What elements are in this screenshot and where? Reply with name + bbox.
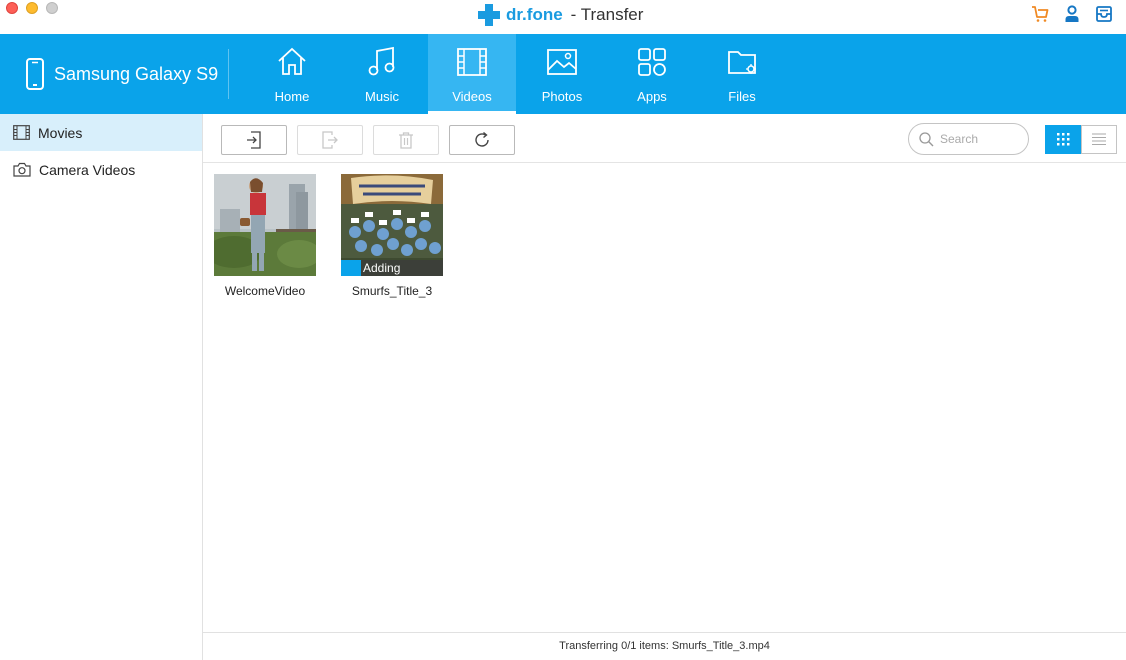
search-input[interactable] — [940, 132, 1024, 146]
user-icon[interactable] — [1062, 4, 1082, 24]
window-close-button[interactable] — [6, 2, 18, 14]
search-icon — [919, 131, 934, 146]
app-title: - Transfer — [570, 5, 644, 24]
toolbar — [203, 114, 1126, 163]
list-view-icon — [1092, 133, 1106, 145]
tab-apps-label: Apps — [637, 89, 667, 104]
film-icon — [457, 48, 487, 76]
folder-icon — [728, 51, 756, 74]
video-thumbnail[interactable]: Adding — [341, 174, 443, 276]
export-icon — [322, 131, 338, 149]
tab-photos-label: Photos — [541, 89, 583, 104]
apps-icon — [638, 48, 666, 76]
window-maximize-button[interactable] — [46, 2, 58, 14]
import-button[interactable] — [221, 125, 287, 155]
tab-videos[interactable]: Videos — [428, 34, 516, 114]
trash-icon — [399, 132, 413, 149]
refresh-button[interactable] — [449, 125, 515, 155]
tab-home-label: Home — [274, 89, 310, 104]
camera-icon — [13, 162, 31, 177]
window-minimize-button[interactable] — [26, 2, 38, 14]
video-name: Smurfs_Title_3 — [351, 284, 433, 298]
film-icon — [13, 125, 30, 140]
tab-home[interactable]: Home — [248, 34, 336, 114]
app-brand: dr.fone - Transfer — [478, 3, 643, 27]
import-icon — [247, 131, 261, 149]
sidebar-item-movies[interactable]: Movies — [0, 114, 202, 151]
adding-progress-bar: Adding — [341, 260, 443, 276]
adding-progress-fill — [341, 260, 362, 276]
transfer-status: Transferring 0/1 items: Smurfs_Title_3.m… — [559, 640, 770, 652]
title-actions — [1030, 4, 1114, 24]
list-view-button[interactable] — [1081, 125, 1117, 154]
home-icon — [278, 47, 306, 75]
refresh-icon — [475, 131, 489, 147]
image-icon — [547, 49, 577, 75]
tab-photos[interactable]: Photos — [518, 34, 606, 114]
tab-files-label: Files — [728, 89, 756, 104]
video-item[interactable]: WelcomeVideo — [206, 174, 324, 298]
sidebar-item-label: Camera Videos — [39, 161, 136, 178]
nav-divider — [228, 49, 229, 99]
inbox-icon[interactable] — [1094, 4, 1114, 24]
adding-status: Adding — [363, 261, 401, 275]
status-bar: Transferring 0/1 items: Smurfs_Title_3.m… — [203, 632, 1126, 660]
video-item[interactable]: Adding Smurfs_Title_3 — [333, 174, 451, 298]
search-box — [908, 123, 1029, 155]
drfone-logo-icon — [478, 4, 500, 26]
tab-apps[interactable]: Apps — [608, 34, 696, 114]
grid-view-icon — [1057, 133, 1070, 146]
export-button[interactable] — [297, 125, 363, 155]
tab-music-label: Music — [365, 89, 399, 104]
sidebar-item-camera-videos[interactable]: Camera Videos — [0, 151, 202, 188]
tab-files[interactable]: Files — [698, 34, 786, 114]
video-grid: WelcomeVideo Adding Smurfs_Title_3 — [203, 164, 1126, 632]
top-nav: Samsung Galaxy S9 Home Music Videos Phot… — [0, 34, 1126, 114]
grid-view-button[interactable] — [1045, 125, 1082, 154]
tab-videos-label: Videos — [452, 89, 492, 104]
title-bar: dr.fone - Transfer — [0, 0, 1126, 34]
sidebar: Movies Camera Videos — [0, 114, 203, 660]
device-info: Samsung Galaxy S9 — [26, 34, 218, 114]
tab-music[interactable]: Music — [338, 34, 426, 114]
device-name: Samsung Galaxy S9 — [54, 63, 219, 84]
video-thumbnail[interactable] — [214, 174, 316, 276]
phone-icon — [26, 58, 44, 90]
music-icon — [368, 46, 395, 76]
brand-name: dr.fone — [506, 5, 563, 24]
sidebar-item-label: Movies — [38, 124, 83, 141]
app-window: dr.fone - Transfer Samsung Galaxy S9 Hom… — [0, 0, 1126, 660]
video-name: WelcomeVideo — [224, 284, 306, 298]
cart-icon[interactable] — [1030, 4, 1050, 24]
delete-button[interactable] — [373, 125, 439, 155]
